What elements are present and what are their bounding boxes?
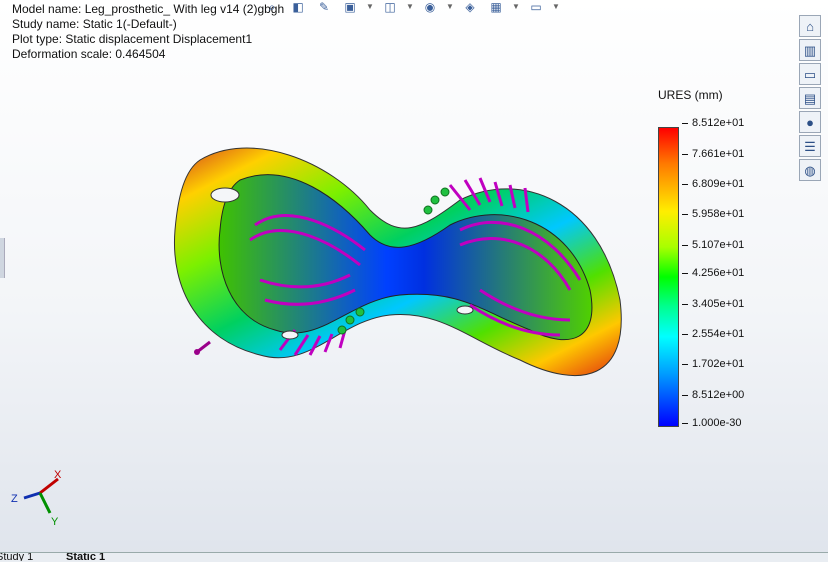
triad-y-label: Y — [51, 516, 59, 528]
chevron-down-icon[interactable]: ▼ — [366, 0, 374, 14]
load-arrow-head — [194, 349, 200, 355]
chevron-down-icon[interactable]: ▼ — [446, 0, 454, 14]
display-style-icon[interactable]: ✎ — [314, 0, 334, 14]
triad-z-label: Z — [11, 493, 18, 505]
zoom-fit-icon[interactable]: ⌕ — [262, 0, 282, 14]
chevron-down-icon[interactable]: ▼ — [406, 0, 414, 14]
monitor-icon[interactable]: ▭ — [526, 0, 546, 14]
legend-tick: 8.512e+00 — [682, 389, 744, 401]
legend-tick: 6.809e+01 — [682, 178, 744, 190]
display-settings-icon[interactable]: ▦ — [486, 0, 506, 14]
task-pane-tabs: ⌂ ▥ ▭ ▤ ● ☰ ◍ — [797, 15, 825, 183]
legend-tick: 4.256e+01 — [682, 267, 744, 279]
3d-view-icon[interactable]: ▥ — [799, 39, 821, 61]
plot-type-label: Plot type: Static displacement Displacem… — [12, 32, 253, 46]
view-palette-icon[interactable]: ▤ — [799, 87, 821, 109]
legend-tick: 2.554e+01 — [682, 328, 744, 340]
custom-properties-icon[interactable]: ☰ — [799, 135, 821, 157]
triad-x-label: X — [54, 469, 62, 481]
scene-icon[interactable]: ◈ — [460, 0, 480, 14]
chevron-down-icon[interactable]: ▼ — [552, 0, 560, 14]
model-hole — [210, 187, 240, 203]
section-view-icon[interactable]: ◧ — [288, 0, 308, 14]
hide-show-icon[interactable]: ◫ — [380, 0, 400, 14]
legend-colorbar — [658, 127, 679, 427]
tab-study-1[interactable]: Study 1 — [0, 553, 58, 561]
folder-icon[interactable]: ▭ — [799, 63, 821, 85]
legend-title: URES (mm) — [658, 88, 723, 102]
panel-resize-handle[interactable] — [0, 238, 5, 278]
edit-appearance-icon[interactable]: ◉ — [420, 0, 440, 14]
deformation-scale-label: Deformation scale: 0.464504 — [12, 47, 166, 61]
legend-tick: 7.661e+01 — [682, 148, 744, 160]
model-name-label: Model name: Leg_prosthetic_ With leg v14… — [12, 2, 285, 16]
tab-static-1[interactable]: Static 1 — [66, 553, 136, 561]
chevron-down-icon[interactable]: ▼ — [512, 0, 520, 14]
model-hole — [456, 305, 474, 315]
view-orientation-icon[interactable]: ▣ — [340, 0, 360, 14]
study-name-label: Study name: Static 1(-Default-) — [12, 17, 177, 31]
home-icon[interactable]: ⌂ — [799, 15, 821, 37]
plot-info: Model name: Leg_prosthetic_ With leg v14… — [12, 2, 284, 62]
legend-tick: 1.000e-30 — [682, 417, 742, 429]
legend-tick: 5.958e+01 — [682, 208, 744, 220]
model-viewport[interactable] — [160, 140, 630, 400]
legend-tick: 1.702e+01 — [682, 358, 744, 370]
legend-tick: 3.405e+01 — [682, 298, 744, 310]
appearances-icon[interactable]: ● — [799, 111, 821, 133]
legend-tick: 8.512e+01 — [682, 117, 744, 129]
heads-up-toolbar: ⌕ ◧ ✎ ▣ ▼ ◫ ▼ ◉ ▼ ◈ ▦ ▼ ▭ ▼ — [262, 0, 560, 16]
model-hole — [281, 330, 299, 340]
simulation-icon[interactable]: ◍ — [799, 159, 821, 181]
orientation-triad: X Z Y — [11, 469, 62, 528]
legend-tick: 5.107e+01 — [682, 239, 744, 251]
